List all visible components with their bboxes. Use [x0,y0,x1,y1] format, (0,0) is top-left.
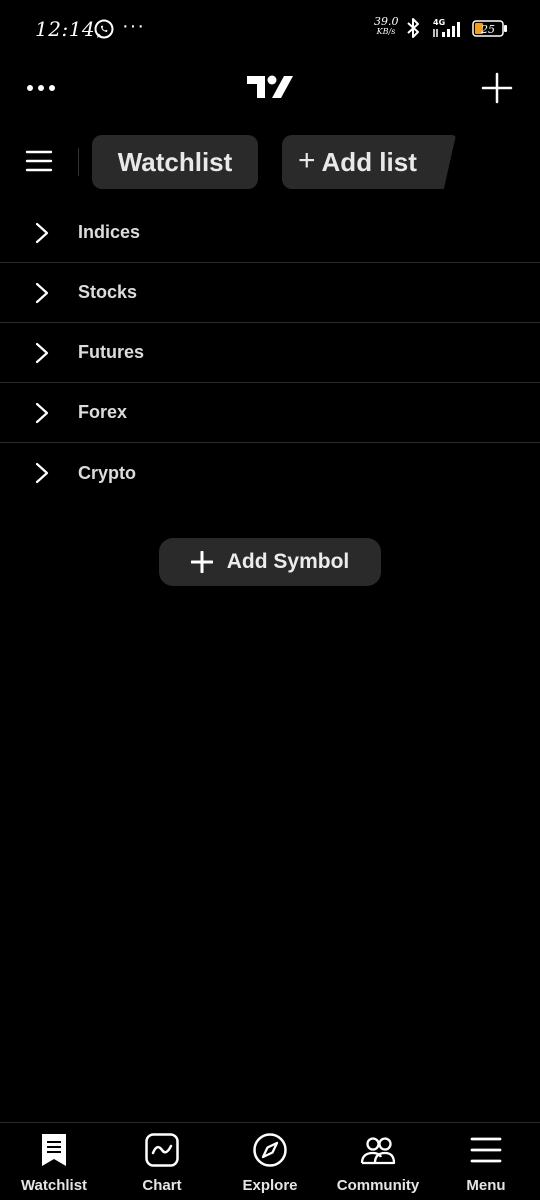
add-list-label: Add list [321,146,417,177]
tradingview-logo[interactable] [246,74,294,100]
section-label: Forex [78,402,128,422]
network-type: 4G [433,18,445,27]
add-list-tab[interactable]: + Add list [282,135,456,189]
app-header [0,60,540,116]
section-label: Indices [78,222,141,242]
chart-icon [145,1133,179,1167]
section-crypto[interactable]: Crypto [0,443,540,503]
section-indices[interactable]: Indices [0,203,540,263]
battery-level: 25 [480,23,495,36]
hamburger-icon[interactable] [25,149,53,173]
signal-icon: 4G [433,18,460,37]
net-speed: 39.0 KB/s [374,15,399,37]
tab-watchlist[interactable]: Watchlist [92,135,258,189]
bluetooth-icon [407,18,419,38]
more-dot [27,85,33,91]
more-button[interactable] [27,78,59,98]
community-icon [360,1137,396,1165]
menu-icon [470,1137,502,1163]
add-symbol-button[interactable]: Add Symbol [159,538,381,586]
section-forex[interactable]: Forex [0,383,540,443]
more-dot [38,85,44,91]
compass-icon [253,1133,287,1167]
nav-watchlist[interactable]: Watchlist [0,1123,108,1200]
plus-icon [190,551,213,573]
net-speed-value: 39.0 [374,15,399,28]
add-symbol-label: Add Symbol [226,550,350,573]
section-label: Stocks [78,282,138,302]
section-stocks[interactable]: Stocks [0,263,540,323]
nav-label: Chart [142,1177,182,1194]
chevron-right-icon [35,222,49,243]
section-label: Futures [78,342,145,362]
add-button[interactable] [480,71,514,105]
watchlist-tabs: Watchlist + Add list [0,133,540,191]
bottom-nav: Watchlist Chart Explore Community Menu [0,1122,540,1200]
status-overflow: ··· [122,15,145,37]
section-futures[interactable]: Futures [0,323,540,383]
chevron-right-icon [35,342,49,363]
watchlist-sections: Indices Stocks Futures Forex Crypto [0,203,540,503]
status-time: 12:14 [35,17,96,41]
chevron-right-icon [35,282,49,303]
nav-label: Menu [466,1177,506,1194]
chevron-right-icon [35,402,49,423]
nav-menu[interactable]: Menu [432,1123,540,1200]
plus-icon: + [298,143,316,177]
battery-icon: 25 [472,20,507,37]
nav-explore[interactable]: Explore [216,1123,324,1200]
nav-label: Explore [242,1177,298,1194]
nav-community[interactable]: Community [324,1123,432,1200]
nav-label: Community [336,1177,420,1194]
nav-label: Watchlist [20,1177,88,1194]
watchlist-icon [42,1134,66,1166]
status-bar: 12:14 ··· 39.0 KB/s 4G 25 [0,0,540,60]
section-label: Crypto [78,462,136,483]
nav-chart[interactable]: Chart [108,1123,216,1200]
chevron-right-icon [35,462,49,484]
net-speed-unit: KB/s [376,27,396,36]
more-dot [49,85,55,91]
whatsapp-icon [94,19,114,39]
tabs-divider [78,148,79,176]
